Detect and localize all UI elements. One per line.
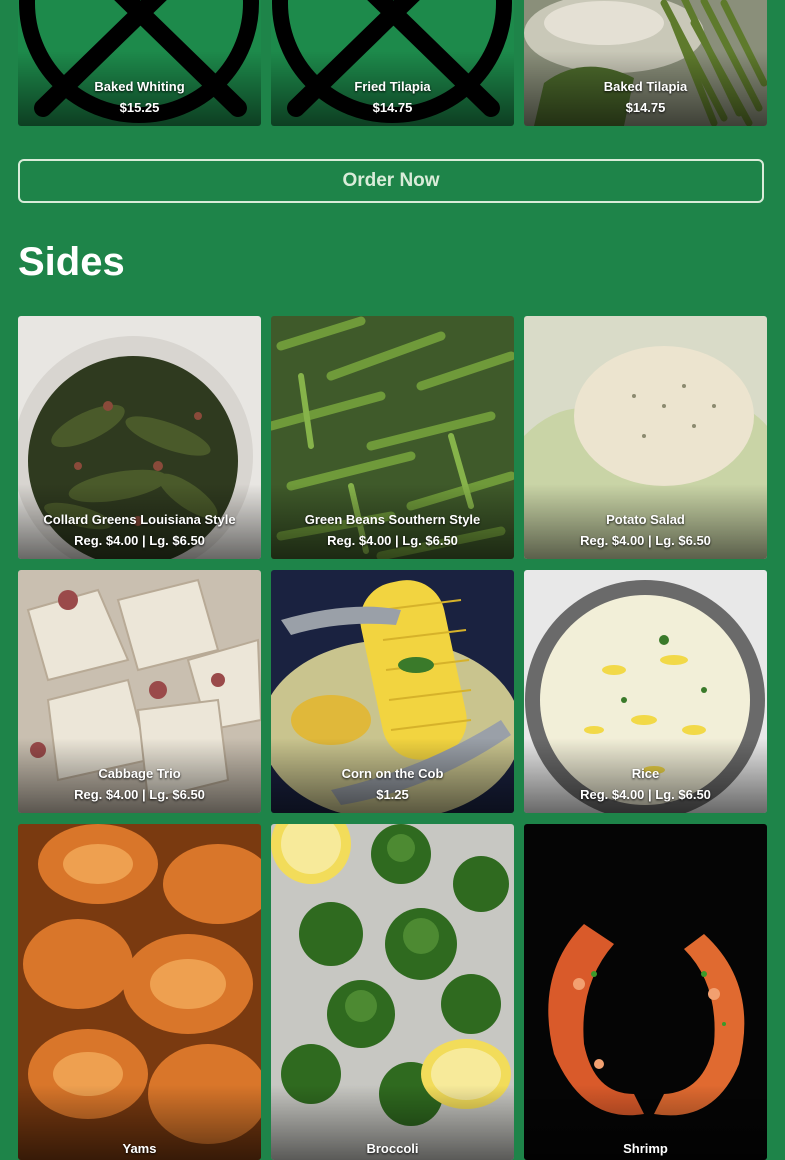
item-name: Corn on the Cob bbox=[341, 766, 444, 781]
side-card-yams[interactable]: Yams bbox=[18, 824, 261, 1160]
side-card-green-beans[interactable]: Green Beans Southern Style Reg. $4.00 | … bbox=[271, 316, 514, 559]
item-name: Baked Tilapia bbox=[603, 79, 688, 94]
item-price: Reg. $4.00 | Lg. $6.50 bbox=[580, 787, 711, 802]
item-price: $1.25 bbox=[376, 787, 409, 802]
item-name: Shrimp bbox=[623, 1141, 668, 1156]
order-now-button[interactable]: Order Now bbox=[18, 159, 764, 203]
item-name: Cabbage Trio bbox=[98, 766, 181, 781]
item-price: Reg. $4.00 | Lg. $6.50 bbox=[74, 533, 205, 548]
item-price: Reg. $4.00 | Lg. $6.50 bbox=[74, 787, 205, 802]
menu-card-baked-tilapia[interactable]: Baked Tilapia $14.75 bbox=[524, 0, 767, 126]
side-card-rice[interactable]: Rice Reg. $4.00 | Lg. $6.50 bbox=[524, 570, 767, 813]
side-card-shrimp[interactable]: Shrimp bbox=[524, 824, 767, 1160]
item-name: Potato Salad bbox=[606, 512, 685, 527]
item-price: $14.75 bbox=[625, 100, 666, 115]
item-name: Baked Whiting bbox=[94, 79, 185, 94]
menu-card-baked-whiting[interactable]: Baked Whiting $15.25 bbox=[18, 0, 261, 126]
item-price: $14.75 bbox=[372, 100, 413, 115]
item-price: Reg. $4.00 | Lg. $6.50 bbox=[580, 533, 711, 548]
fish-menu-grid: Baked Whiting $15.25 Fried Tilapia $14.7… bbox=[18, 0, 767, 126]
item-name: Collard Greens Louisiana Style bbox=[43, 512, 236, 527]
sides-section-title: Sides bbox=[18, 240, 125, 284]
side-card-broccoli[interactable]: Broccoli bbox=[271, 824, 514, 1160]
item-name: Rice bbox=[631, 766, 660, 781]
item-name: Yams bbox=[122, 1141, 157, 1156]
item-name: Broccoli bbox=[366, 1141, 419, 1156]
side-card-collard-greens[interactable]: Collard Greens Louisiana Style Reg. $4.0… bbox=[18, 316, 261, 559]
item-price: Reg. $4.00 | Lg. $6.50 bbox=[327, 533, 458, 548]
side-card-corn-on-the-cob[interactable]: Corn on the Cob $1.25 bbox=[271, 570, 514, 813]
item-name: Green Beans Southern Style bbox=[304, 512, 481, 527]
item-name: Fried Tilapia bbox=[354, 79, 431, 94]
item-price: $15.25 bbox=[119, 100, 160, 115]
sides-grid: Collard Greens Louisiana Style Reg. $4.0… bbox=[18, 316, 767, 1160]
menu-card-fried-tilapia[interactable]: Fried Tilapia $14.75 bbox=[271, 0, 514, 126]
side-card-potato-salad[interactable]: Potato Salad Reg. $4.00 | Lg. $6.50 bbox=[524, 316, 767, 559]
side-card-cabbage-trio[interactable]: Cabbage Trio Reg. $4.00 | Lg. $6.50 bbox=[18, 570, 261, 813]
